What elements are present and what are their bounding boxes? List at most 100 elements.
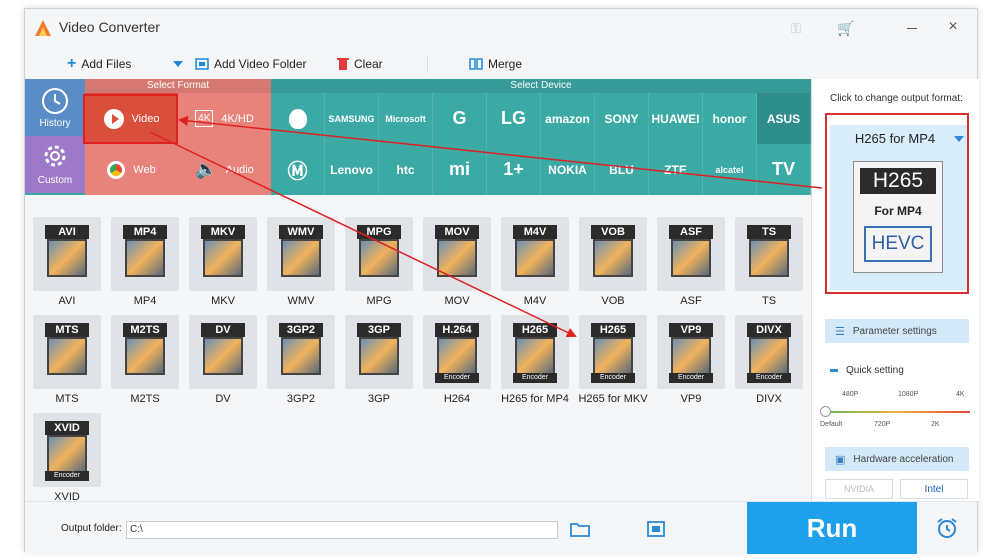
film-icon	[47, 337, 87, 375]
device-tile[interactable]: NOKIA	[541, 144, 595, 195]
device-brand-label: NOKIA	[548, 162, 587, 177]
device-brand-label: Lenovo	[330, 162, 373, 177]
device-tile[interactable]: SAMSUNG	[325, 93, 379, 144]
format-4k-button[interactable]: 4K 4K/HD	[178, 93, 271, 144]
format-badge: TS	[747, 225, 791, 239]
format-tile[interactable]: 3GP 3GP	[345, 315, 413, 405]
output-format-name: H265 for MP4	[854, 131, 936, 146]
device-tile[interactable]: alcatel	[703, 144, 757, 195]
intel-option[interactable]: Intel	[900, 479, 968, 499]
format-tile[interactable]: H265 Encoder H265 for MKV	[578, 315, 648, 405]
4k-icon: 4K	[195, 110, 214, 127]
device-brand-label: Microsoft	[385, 113, 426, 124]
format-badge: MP4	[123, 225, 167, 239]
format-tile[interactable]: VOB VOB	[579, 217, 647, 307]
device-tile[interactable]: Microsoft	[379, 93, 433, 144]
format-tile[interactable]: AVI AVI	[33, 217, 101, 307]
format-tile[interactable]: M2TS M2TS	[111, 315, 179, 405]
device-brand-label: TV	[771, 159, 795, 179]
format-tile[interactable]: M4V M4V	[501, 217, 569, 307]
hardware-acceleration-button[interactable]: ▣ Hardware acceleration	[825, 447, 969, 471]
key-icon[interactable]: ⚿	[785, 17, 807, 39]
run-button[interactable]: Run	[747, 502, 917, 554]
device-tile[interactable]: Lenovo	[325, 144, 379, 195]
device-tile[interactable]: 1+	[487, 144, 541, 195]
toolbar: + Add Files Add Video Folder Clear Merge	[25, 49, 977, 79]
device-tile[interactable]: honor	[703, 93, 757, 144]
device-tile[interactable]	[271, 93, 325, 144]
format-video-button[interactable]: Video	[85, 93, 178, 144]
sliders-icon: ☰	[835, 325, 845, 338]
output-icon-container: For MP4	[874, 204, 922, 218]
history-tab[interactable]: History	[25, 79, 85, 136]
add-video-folder-button[interactable]: Add Video Folder	[195, 55, 307, 73]
format-badge: MPG	[357, 225, 401, 239]
folder-icon[interactable]	[569, 519, 591, 539]
quality-tick-1080p: 1080P	[898, 391, 919, 398]
format-tile[interactable]: MP4 MP4	[111, 217, 179, 307]
film-icon	[749, 239, 789, 277]
format-name: 3GP2	[286, 393, 316, 405]
output-format-icon: H265 For MP4 HEVC	[853, 161, 943, 273]
format-tile[interactable]: DIVX Encoder DIVX	[735, 315, 803, 405]
device-tile[interactable]: htc	[379, 144, 433, 195]
device-tile[interactable]: ASUS	[757, 93, 811, 144]
device-tile[interactable]: SONY	[595, 93, 649, 144]
cart-icon[interactable]: 🛒	[835, 17, 857, 39]
format-tile[interactable]: MPG MPG	[345, 217, 413, 307]
merge-button[interactable]: Merge	[469, 55, 522, 73]
format-tile[interactable]: ASF ASF	[657, 217, 725, 307]
quality-slider-track[interactable]	[822, 411, 970, 413]
format-tile[interactable]: VP9 Encoder VP9	[657, 315, 725, 405]
quality-slider-handle[interactable]	[820, 406, 831, 417]
format-audio-button[interactable]: 🔈 Audio	[178, 144, 271, 195]
format-web-button[interactable]: Web	[85, 144, 178, 195]
format-tile[interactable]: MOV MOV	[423, 217, 491, 307]
format-tile[interactable]: MKV MKV	[189, 217, 257, 307]
device-tile[interactable]: BLU	[595, 144, 649, 195]
device-tile[interactable]: Ⓜ	[271, 144, 325, 195]
format-tile[interactable]: MTS MTS	[33, 315, 101, 405]
device-tile[interactable]: LG	[487, 93, 541, 144]
format-badge: H.264	[435, 323, 479, 337]
minimize-button[interactable]	[905, 21, 919, 35]
output-format-selector[interactable]: H265 for MP4 H265 For MP4 HEVC	[830, 125, 967, 290]
format-name: AVI	[58, 295, 76, 307]
format-tile[interactable]: XVID Encoder XVID	[33, 413, 101, 503]
format-badge: MTS	[45, 323, 89, 337]
device-tile[interactable]: TV	[757, 144, 811, 195]
parameter-settings-button[interactable]: ☰ Parameter settings	[825, 319, 969, 343]
output-folder-field[interactable]: C:\	[126, 521, 558, 539]
device-tile[interactable]: mi	[433, 144, 487, 195]
plus-icon: +	[67, 55, 77, 72]
dropdown-arrow-icon[interactable]	[954, 136, 964, 142]
clear-button[interactable]: Clear	[337, 55, 383, 73]
film-icon	[47, 239, 87, 277]
format-tile[interactable]: WMV WMV	[267, 217, 335, 307]
format-name: MPG	[366, 295, 392, 307]
alarm-clock-icon[interactable]	[935, 516, 959, 540]
nvidia-option[interactable]: NVIDIA	[825, 479, 893, 499]
format-tile[interactable]: H.264 Encoder H264	[423, 315, 491, 405]
format-badge: H265	[591, 323, 635, 337]
device-tile[interactable]: amazon	[541, 93, 595, 144]
format-tile[interactable]: 3GP2 3GP2	[267, 315, 335, 405]
add-files-dropdown[interactable]	[173, 55, 183, 73]
quick-setting-text: Quick setting	[846, 365, 904, 376]
format-tile[interactable]: DV DV	[189, 315, 257, 405]
encoder-label: Encoder	[747, 373, 791, 383]
film-icon	[437, 337, 477, 375]
custom-tab[interactable]: Custom	[25, 136, 85, 193]
history-label: History	[39, 118, 71, 129]
close-button[interactable]: ×	[945, 19, 961, 35]
format-tile[interactable]: TS TS	[735, 217, 803, 307]
output-icon-codec: H265	[860, 168, 936, 194]
device-tile[interactable]: HUAWEI	[649, 93, 703, 144]
device-tile[interactable]: ZTE	[649, 144, 703, 195]
format-tile[interactable]: H265 Encoder H265 for MP4	[501, 315, 569, 405]
chevron-down-icon	[173, 61, 183, 67]
add-files-button[interactable]: + Add Files	[67, 55, 131, 73]
device-tile[interactable]: G	[433, 93, 487, 144]
format-name: VOB	[601, 295, 625, 307]
open-output-folder-icon[interactable]	[645, 519, 667, 539]
